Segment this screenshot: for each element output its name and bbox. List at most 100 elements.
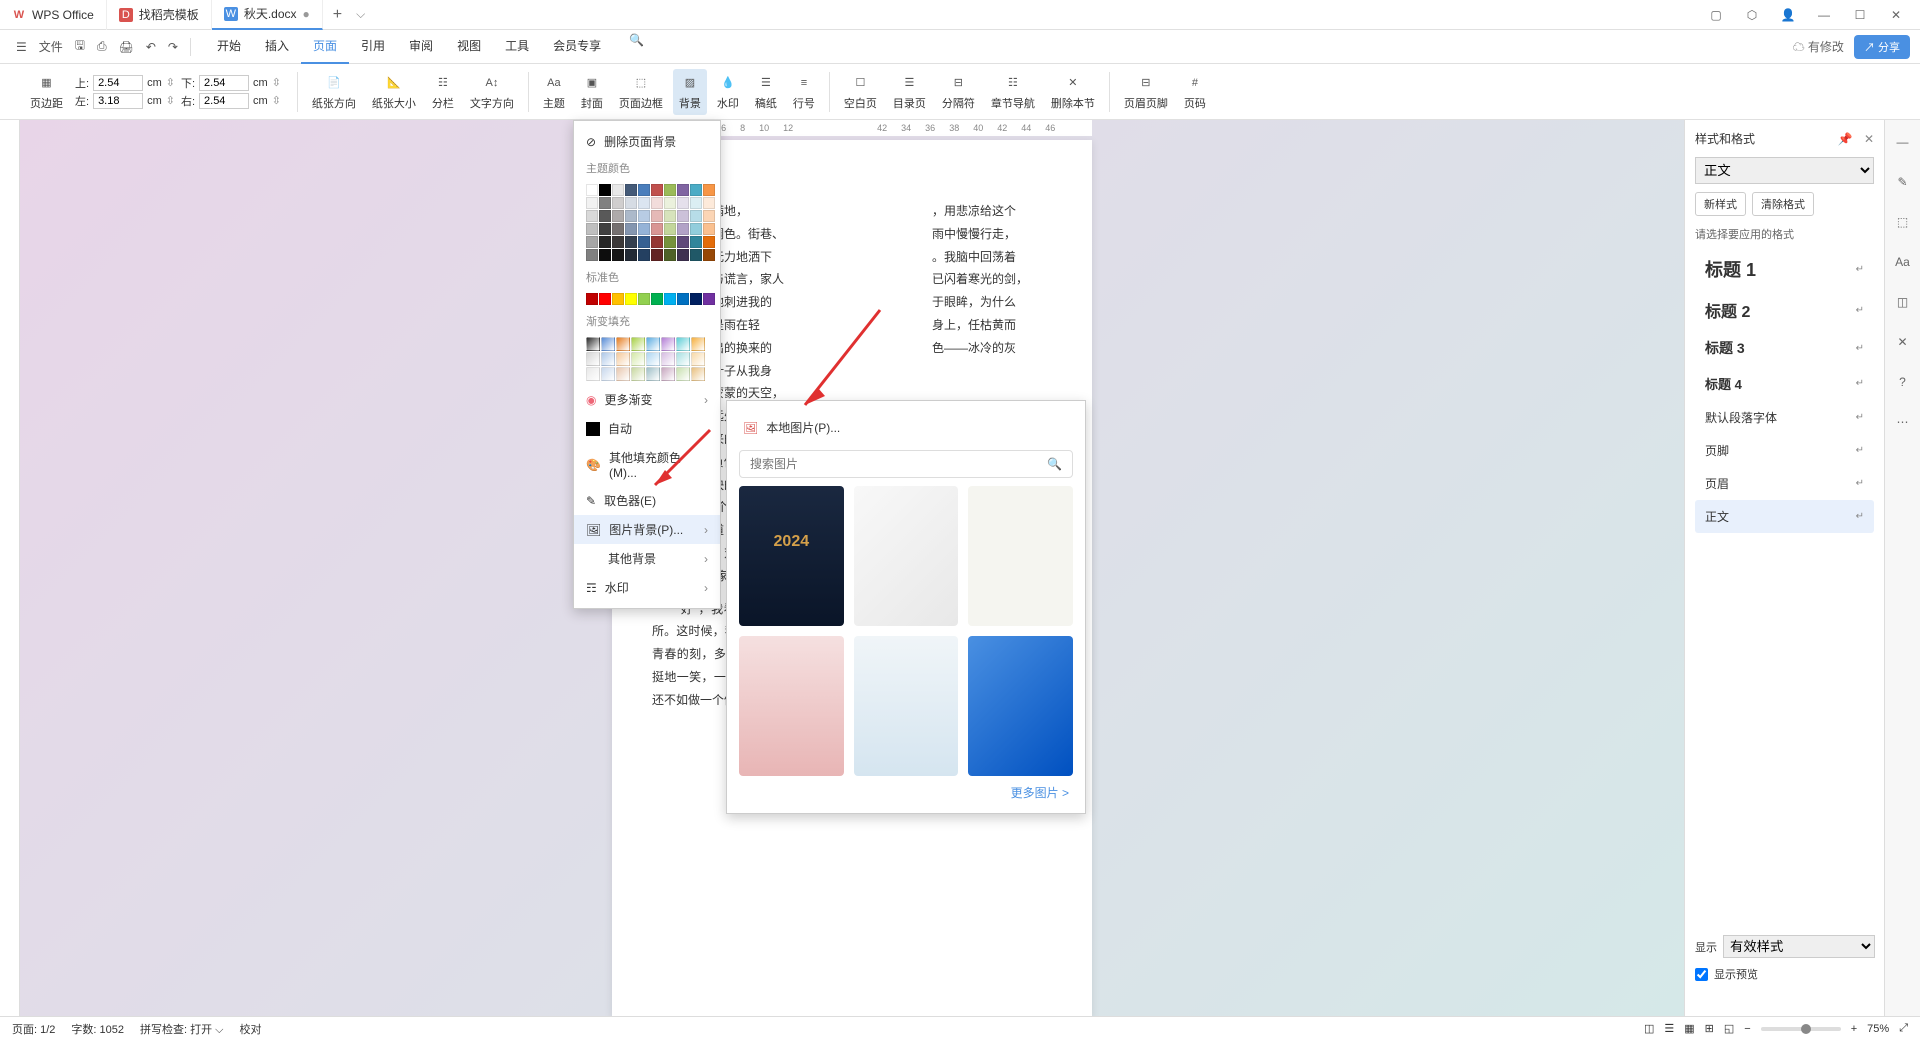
- search-icon[interactable]: 🔍: [623, 29, 650, 64]
- file-menu[interactable]: 文件: [33, 34, 69, 59]
- color-swatch[interactable]: [599, 249, 611, 261]
- color-swatch[interactable]: [664, 249, 676, 261]
- color-swatch[interactable]: [703, 249, 715, 261]
- gradient-swatch[interactable]: [646, 352, 660, 366]
- other-fill-item[interactable]: 🎨 其他填充颜色(M)...: [574, 443, 720, 486]
- tools-icon[interactable]: ✕: [1891, 330, 1915, 354]
- color-swatch[interactable]: [651, 210, 663, 222]
- color-swatch[interactable]: [638, 184, 650, 196]
- color-swatch[interactable]: [677, 197, 689, 209]
- color-swatch[interactable]: [638, 249, 650, 261]
- size-button[interactable]: 📐纸张大小: [366, 69, 422, 115]
- background-button[interactable]: ▨背景: [673, 69, 707, 115]
- color-swatch[interactable]: [599, 197, 611, 209]
- style-item[interactable]: 标题 4↵: [1695, 366, 1874, 401]
- save-icon[interactable]: 🖫: [69, 32, 91, 61]
- gradient-swatch[interactable]: [586, 367, 600, 381]
- menu-tab-tools[interactable]: 工具: [493, 29, 541, 64]
- direction-button[interactable]: A↕文字方向: [464, 69, 520, 115]
- gradient-swatch[interactable]: [691, 337, 705, 351]
- blank-page-button[interactable]: ☐空白页: [838, 69, 883, 115]
- gradient-swatch[interactable]: [616, 367, 630, 381]
- view-mode-icon[interactable]: ⊞: [1705, 1022, 1714, 1035]
- menu-tab-member[interactable]: 会员专享: [541, 29, 613, 64]
- style-item[interactable]: 正文↵: [1695, 500, 1874, 533]
- new-style-button[interactable]: 新样式: [1695, 192, 1746, 216]
- color-swatch[interactable]: [677, 293, 689, 305]
- margin-left-input[interactable]: [93, 93, 143, 109]
- remove-background-item[interactable]: ⊘ 删除页面背景: [574, 127, 720, 156]
- style-item[interactable]: 标题 1↵: [1695, 248, 1874, 290]
- gradient-swatch[interactable]: [646, 337, 660, 351]
- edit-icon[interactable]: ✎: [1891, 170, 1915, 194]
- local-image-item[interactable]: 🖼 本地图片(P)...: [739, 413, 1073, 442]
- header-footer-button[interactable]: ⊟页眉页脚: [1118, 69, 1174, 115]
- theme-button[interactable]: Aa主题: [537, 69, 571, 115]
- preview-checkbox[interactable]: [1695, 968, 1708, 981]
- avatar-icon[interactable]: 👤: [1776, 8, 1800, 22]
- color-swatch[interactable]: [690, 249, 702, 261]
- color-swatch[interactable]: [638, 210, 650, 222]
- color-swatch[interactable]: [625, 197, 637, 209]
- color-swatch[interactable]: [690, 197, 702, 209]
- tab-dropdown-icon[interactable]: ⌵: [356, 7, 365, 22]
- gradient-swatch[interactable]: [586, 352, 600, 366]
- view-mode-icon[interactable]: ☰: [1664, 1022, 1674, 1035]
- close-button[interactable]: ✕: [1884, 8, 1908, 22]
- tab-wps-office[interactable]: W WPS Office: [0, 0, 107, 30]
- orientation-button[interactable]: 📄纸张方向: [306, 69, 362, 115]
- display-filter-select[interactable]: 有效样式: [1723, 935, 1875, 958]
- color-swatch[interactable]: [612, 293, 624, 305]
- style-item[interactable]: 标题 3↵: [1695, 330, 1874, 366]
- toc-button[interactable]: ☰目录页: [887, 69, 932, 115]
- color-swatch[interactable]: [690, 293, 702, 305]
- color-swatch[interactable]: [651, 293, 663, 305]
- fit-icon[interactable]: ⤢: [1899, 1022, 1908, 1035]
- color-swatch[interactable]: [612, 184, 624, 196]
- gradient-swatch[interactable]: [631, 367, 645, 381]
- color-swatch[interactable]: [612, 249, 624, 261]
- restore-icon[interactable]: ▢: [1704, 8, 1728, 22]
- style-item[interactable]: 页脚↵: [1695, 434, 1874, 467]
- maximize-button[interactable]: ☐: [1848, 8, 1872, 22]
- cloud-status[interactable]: ☁ 有修改: [1793, 38, 1844, 55]
- color-swatch[interactable]: [651, 197, 663, 209]
- color-swatch[interactable]: [638, 236, 650, 248]
- share-button[interactable]: ↗ 分享: [1854, 35, 1910, 59]
- color-swatch[interactable]: [625, 249, 637, 261]
- gradient-swatch[interactable]: [691, 367, 705, 381]
- gradient-swatch[interactable]: [616, 337, 630, 351]
- watermark-button[interactable]: 💧水印: [711, 69, 745, 115]
- clear-format-button[interactable]: 清除格式: [1752, 192, 1814, 216]
- style-item[interactable]: 标题 2↵: [1695, 290, 1874, 330]
- cover-button[interactable]: ▣封面: [575, 69, 609, 115]
- view-mode-icon[interactable]: ◱: [1724, 1022, 1734, 1035]
- menu-tab-page[interactable]: 页面: [301, 29, 349, 64]
- watermark-item[interactable]: ☶ 水印 ›: [574, 573, 720, 602]
- page-indicator[interactable]: 页面: 1/2: [12, 1021, 55, 1037]
- color-swatch[interactable]: [612, 236, 624, 248]
- view-mode-icon[interactable]: ◫: [1644, 1022, 1654, 1035]
- view-mode-icon[interactable]: ▦: [1684, 1022, 1694, 1035]
- spell-check-status[interactable]: 拼写检查: 打开 ⌵: [140, 1021, 224, 1037]
- delete-section-button[interactable]: ✕删除本节: [1045, 69, 1101, 115]
- color-swatch[interactable]: [586, 210, 598, 222]
- color-swatch[interactable]: [599, 210, 611, 222]
- color-swatch[interactable]: [664, 293, 676, 305]
- bg-thumbnail-pink-mountains[interactable]: [739, 636, 844, 776]
- color-swatch[interactable]: [677, 223, 689, 235]
- zoom-in-button[interactable]: +: [1851, 1023, 1857, 1035]
- color-swatch[interactable]: [651, 223, 663, 235]
- image-background-item[interactable]: 🖼 图片背景(P)... ›: [574, 515, 720, 544]
- color-swatch[interactable]: [664, 223, 676, 235]
- gradient-swatch[interactable]: [601, 367, 615, 381]
- gradient-swatch[interactable]: [631, 352, 645, 366]
- print-preview-icon[interactable]: ⎙: [91, 35, 113, 58]
- word-count[interactable]: 字数: 1052: [71, 1021, 124, 1037]
- color-swatch[interactable]: [703, 210, 715, 222]
- bg-thumbnail-blue-mountains[interactable]: [854, 636, 959, 776]
- gradient-swatch[interactable]: [661, 337, 675, 351]
- gradient-swatch[interactable]: [601, 352, 615, 366]
- color-swatch[interactable]: [612, 197, 624, 209]
- color-swatch[interactable]: [651, 184, 663, 196]
